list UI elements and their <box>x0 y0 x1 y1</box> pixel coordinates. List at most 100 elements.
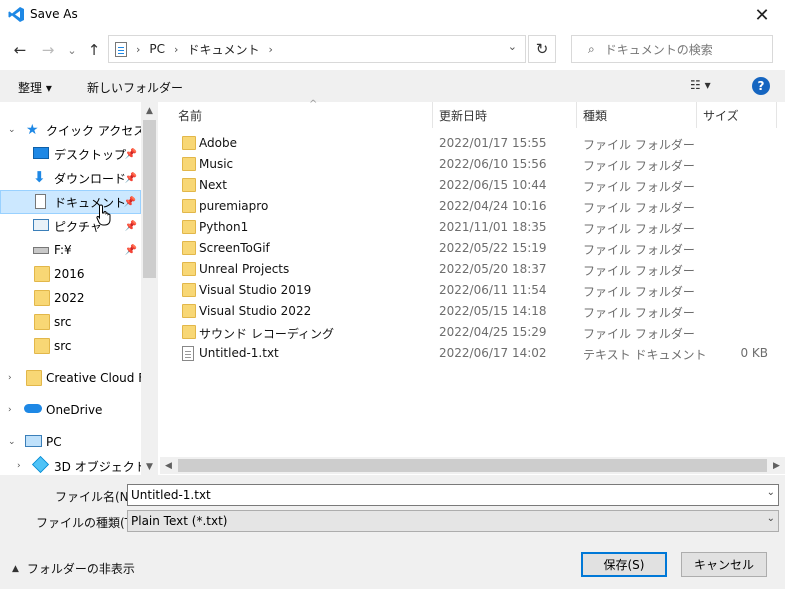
scroll-up-icon[interactable]: ▲ <box>141 102 158 119</box>
recent-locations-icon[interactable]: ⌄ <box>62 40 82 60</box>
file-date: 2021/11/01 18:35 <box>439 220 547 234</box>
sidebar-item-label: src <box>54 339 72 353</box>
sidebar-item-drive-f[interactable]: F:¥ 📌 <box>0 238 141 262</box>
folder-icon <box>34 338 50 354</box>
file-row[interactable]: サウンド レコーディング 2022/04/25 15:29 ファイル フォルダー <box>160 322 770 343</box>
file-row[interactable]: Visual Studio 2019 2022/06/11 11:54 ファイル… <box>160 280 770 301</box>
folder-icon <box>182 304 196 318</box>
sidebar-item-folder-src[interactable]: src <box>0 334 141 358</box>
file-row[interactable]: Unreal Projects 2022/05/20 18:37 ファイル フォ… <box>160 259 770 280</box>
file-name: Visual Studio 2019 <box>199 283 312 297</box>
sidebar-item-quick-access[interactable]: ⌄ ★ クイック アクセス <box>0 118 141 142</box>
filetype-select[interactable]: Plain Text (*.txt) ⌄ <box>127 510 779 532</box>
sidebar-item-folder-src[interactable]: src <box>0 310 141 334</box>
forward-icon[interactable]: → <box>38 40 58 60</box>
expand-icon[interactable]: ⌄ <box>8 437 16 447</box>
file-name: Python1 <box>199 220 249 234</box>
filename-dropdown-icon[interactable]: ⌄ <box>767 487 775 498</box>
file-row[interactable]: Visual Studio 2022 2022/05/15 14:18 ファイル… <box>160 301 770 322</box>
file-name: サウンド レコーディング <box>199 327 334 341</box>
text-file-icon <box>182 346 194 361</box>
file-list: 名前 ^ 更新日時 種類 サイズ Adobe 2022/01/17 15:55 … <box>160 99 785 475</box>
up-folder-icon[interactable]: ↑ <box>84 40 104 60</box>
expand-icon[interactable]: › <box>17 461 21 471</box>
expand-icon[interactable]: ⌄ <box>8 125 16 135</box>
filetype-dropdown-icon[interactable]: ⌄ <box>767 513 775 524</box>
filetype-label: ファイルの種類(T): <box>36 516 141 530</box>
new-folder-button[interactable]: 新しいフォルダー <box>87 79 183 96</box>
file-row[interactable]: puremiapro 2022/04/24 10:16 ファイル フォルダー <box>160 196 770 217</box>
breadcrumb-pc[interactable]: PC <box>149 42 165 56</box>
sidebar-item-pictures[interactable]: ピクチャ 📌 <box>0 214 141 238</box>
scroll-right-icon[interactable]: ▶ <box>768 457 785 474</box>
breadcrumb-documents[interactable]: ドキュメント <box>187 41 259 58</box>
file-date: 2022/05/20 18:37 <box>439 262 547 276</box>
hide-folders-toggle[interactable]: ▲ フォルダーの非表示 <box>12 560 135 577</box>
sidebar-item-folder-2016[interactable]: 2016 <box>0 262 141 286</box>
file-row[interactable]: Music 2022/06/10 15:56 ファイル フォルダー <box>160 154 770 175</box>
file-type: ファイル フォルダー <box>583 243 695 257</box>
command-toolbar: 整理 ▾ 新しいフォルダー ☷ ▾ ? <box>0 70 785 102</box>
file-date: 2022/05/22 15:19 <box>439 241 547 255</box>
folder-icon <box>182 157 196 171</box>
file-list-scrollbar[interactable]: ◀ ▶ <box>160 457 785 474</box>
file-type: ファイル フォルダー <box>583 201 695 215</box>
pc-icon <box>25 435 42 447</box>
file-row[interactable]: Python1 2021/11/01 18:35 ファイル フォルダー <box>160 217 770 238</box>
expand-icon[interactable]: › <box>8 405 12 415</box>
file-type: ファイル フォルダー <box>583 264 695 278</box>
scrollbar-thumb[interactable] <box>178 459 767 472</box>
address-dropdown-icon[interactable]: ⌄ <box>508 40 517 53</box>
column-name[interactable]: 名前 ^ <box>172 99 433 128</box>
change-view-button[interactable]: ☷ ▾ <box>690 78 711 92</box>
pin-icon: 📌 <box>124 148 137 160</box>
folder-icon <box>182 199 196 213</box>
sidebar-item-creative-cloud[interactable]: › Creative Cloud File <box>0 366 141 390</box>
sidebar-item-desktop[interactable]: デスクトップ 📌 <box>0 142 141 166</box>
save-button[interactable]: 保存(S) <box>581 552 667 577</box>
sidebar-item-folder-2022[interactable]: 2022 <box>0 286 141 310</box>
column-size[interactable]: サイズ <box>697 102 777 128</box>
back-icon[interactable]: ← <box>10 40 30 60</box>
file-date: 2022/06/17 14:02 <box>439 346 547 360</box>
search-box[interactable]: ⌕ ドキュメントの検索 <box>571 35 773 63</box>
navigation-pane-scrollbar[interactable]: ▲ ▼ <box>141 102 158 475</box>
scrollbar-thumb[interactable] <box>143 120 156 278</box>
file-type: ファイル フォルダー <box>583 159 695 173</box>
file-type: ファイル フォルダー <box>583 222 695 236</box>
column-header: 名前 ^ 更新日時 種類 サイズ <box>160 99 785 128</box>
help-icon[interactable]: ? <box>752 77 770 95</box>
file-type: ファイル フォルダー <box>583 327 695 341</box>
file-date: 2022/05/15 14:18 <box>439 304 547 318</box>
close-icon[interactable]: ✕ <box>739 0 785 30</box>
file-row[interactable]: ScreenToGif 2022/05/22 15:19 ファイル フォルダー <box>160 238 770 259</box>
sidebar-item-downloads[interactable]: ⬇ ダウンロード 📌 <box>0 166 141 190</box>
breadcrumb-separator: › <box>268 42 273 56</box>
refresh-icon[interactable]: ↻ <box>528 35 556 63</box>
sidebar-item-pc[interactable]: ⌄ PC <box>0 430 141 454</box>
download-icon: ⬇ <box>33 168 46 186</box>
hide-folders-label: フォルダーの非表示 <box>26 562 135 576</box>
scroll-left-icon[interactable]: ◀ <box>160 457 177 474</box>
filetype-value: Plain Text (*.txt) <box>131 514 228 528</box>
sidebar-item-documents[interactable]: ドキュメント 📌 <box>0 190 141 214</box>
column-label: 更新日時 <box>439 108 488 123</box>
filename-input[interactable]: Untitled-1.txt ⌄ <box>127 484 779 506</box>
file-row[interactable]: Untitled-1.txt 2022/06/17 14:02 テキスト ドキュ… <box>160 343 770 364</box>
scroll-down-icon[interactable]: ▼ <box>141 458 158 475</box>
column-label: サイズ <box>703 108 739 123</box>
file-row[interactable]: Adobe 2022/01/17 15:55 ファイル フォルダー <box>160 133 770 154</box>
address-bar[interactable]: › PC › ドキュメント › ⌄ <box>108 35 526 63</box>
window-title: Save As <box>30 7 78 21</box>
column-type[interactable]: 種類 <box>577 102 697 128</box>
file-type: ファイル フォルダー <box>583 180 695 194</box>
file-date: 2022/01/17 15:55 <box>439 136 547 150</box>
column-date[interactable]: 更新日時 <box>433 102 577 128</box>
sidebar-item-onedrive[interactable]: › OneDrive <box>0 398 141 422</box>
expand-icon[interactable]: › <box>8 373 12 383</box>
sort-ascending-icon: ^ <box>309 99 318 110</box>
organize-button[interactable]: 整理 ▾ <box>18 79 52 96</box>
picture-icon <box>33 219 49 231</box>
file-row[interactable]: Next 2022/06/15 10:44 ファイル フォルダー <box>160 175 770 196</box>
cancel-button[interactable]: キャンセル <box>681 552 767 577</box>
